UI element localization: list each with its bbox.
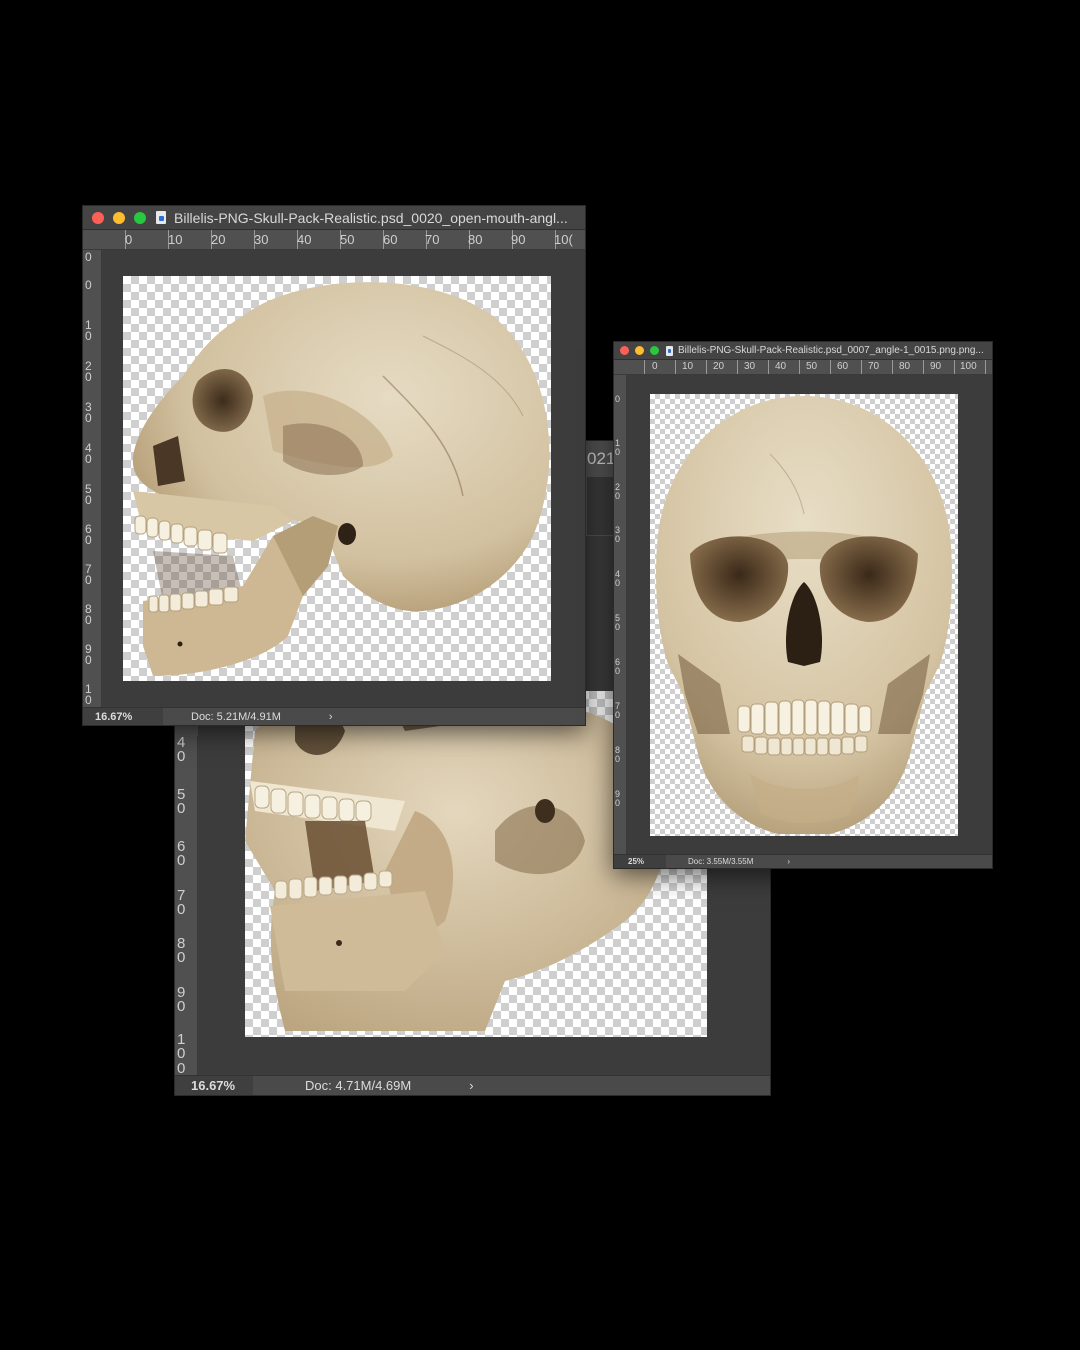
ruler-label: 80 bbox=[85, 602, 92, 628]
ruler-label: 30 bbox=[254, 232, 269, 247]
back-doc-size[interactable]: Doc: 4.71M/4.69M bbox=[305, 1078, 411, 1093]
left-vertical-ruler: 0 0 10 20 30 40 50 60 70 80 90 10 bbox=[83, 250, 102, 708]
ruler-label: 40 bbox=[85, 441, 92, 467]
back-window-title-fragment: 021 bbox=[587, 449, 616, 468]
minimize-button[interactable] bbox=[635, 346, 644, 355]
ruler-label: 90 bbox=[511, 232, 526, 247]
ruler-label: 90 bbox=[177, 984, 186, 1016]
ruler-label: 0 bbox=[85, 278, 92, 292]
ruler-label: 90 bbox=[930, 361, 942, 372]
ruler-label: 20 bbox=[615, 482, 621, 501]
ruler-label: 50 bbox=[85, 482, 92, 508]
ruler-label: 60 bbox=[615, 657, 621, 676]
zoom-button[interactable] bbox=[650, 346, 659, 355]
ruler-label: 100 bbox=[177, 1031, 186, 1076]
right-zoom-level[interactable]: 25% bbox=[614, 855, 666, 868]
close-button[interactable] bbox=[92, 211, 104, 224]
back-vertical-ruler: 40 50 60 70 80 90 100 bbox=[175, 736, 198, 1076]
ruler-label: 20 bbox=[713, 361, 725, 372]
ruler-label: 70 bbox=[85, 562, 92, 588]
right-status-bar: 25% Doc: 3.55M/3.55M › bbox=[614, 854, 992, 868]
ruler-label: 80 bbox=[177, 935, 186, 967]
ruler-label: 60 bbox=[85, 522, 92, 548]
ruler-label: 80 bbox=[615, 745, 621, 764]
right-window-title: Billelis-PNG-Skull-Pack-Realistic.psd_00… bbox=[678, 345, 984, 356]
document-icon bbox=[666, 345, 673, 356]
left-title-bar[interactable]: Billelis-PNG-Skull-Pack-Realistic.psd_00… bbox=[83, 206, 585, 230]
minimize-button[interactable] bbox=[113, 211, 125, 224]
left-horizontal-ruler: 0 10 20 30 40 50 60 70 80 90 10( bbox=[83, 230, 585, 250]
ruler-label: 0 bbox=[125, 232, 133, 247]
right-status-arrow[interactable]: › bbox=[787, 857, 790, 866]
back-status-bar: 16.67% Doc: 4.71M/4.69M › bbox=[175, 1075, 770, 1095]
right-horizontal-ruler: 0 10 20 30 40 50 60 70 80 90 100 bbox=[614, 360, 992, 375]
ruler-label: 20 bbox=[85, 359, 92, 385]
ruler-label: 0 bbox=[615, 394, 621, 404]
ruler-label: 10( bbox=[554, 232, 573, 247]
ruler-label: 10 bbox=[615, 438, 621, 457]
ruler-label: 60 bbox=[383, 232, 398, 247]
document-icon bbox=[156, 211, 166, 224]
ruler-label: 100 bbox=[960, 361, 977, 372]
ruler-label: 90 bbox=[615, 789, 621, 808]
left-window-title: Billelis-PNG-Skull-Pack-Realistic.psd_00… bbox=[174, 209, 568, 226]
ruler-label: 70 bbox=[868, 361, 880, 372]
ruler-label: 40 bbox=[297, 232, 312, 247]
ruler-label: 60 bbox=[837, 361, 849, 372]
ruler-label: 80 bbox=[468, 232, 483, 247]
left-document-canvas[interactable] bbox=[123, 276, 551, 681]
ruler-label: 10 bbox=[85, 318, 92, 344]
ruler-label: 30 bbox=[744, 361, 756, 372]
ruler-label: 50 bbox=[340, 232, 355, 247]
right-document-canvas[interactable] bbox=[650, 394, 958, 836]
ruler-label: 0 bbox=[652, 361, 658, 372]
left-doc-size[interactable]: Doc: 5.21M/4.91M bbox=[191, 711, 281, 723]
ruler-label: 70 bbox=[177, 887, 186, 919]
ruler-label: 80 bbox=[899, 361, 911, 372]
right-title-bar[interactable]: Billelis-PNG-Skull-Pack-Realistic.psd_00… bbox=[614, 342, 992, 360]
ruler-label: 30 bbox=[85, 400, 92, 426]
ruler-label: 90 bbox=[85, 642, 92, 668]
skull-side-open-mouth-image bbox=[132, 282, 550, 676]
ruler-label: 10 bbox=[168, 232, 183, 247]
zoom-button[interactable] bbox=[134, 211, 146, 224]
left-status-arrow[interactable]: › bbox=[329, 711, 333, 723]
ruler-label: 50 bbox=[177, 786, 186, 818]
ruler-label: 50 bbox=[615, 613, 621, 632]
right-doc-size[interactable]: Doc: 3.55M/3.55M bbox=[688, 857, 753, 866]
right-vertical-ruler: 0 10 20 30 40 50 60 70 80 90 bbox=[614, 375, 627, 855]
left-zoom-level[interactable]: 16.67% bbox=[83, 708, 163, 725]
ruler-label: 70 bbox=[425, 232, 440, 247]
left-status-bar: 16.67% Doc: 5.21M/4.91M › bbox=[83, 707, 585, 725]
back-zoom-level[interactable]: 16.67% bbox=[175, 1076, 253, 1095]
ruler-label: 40 bbox=[177, 736, 186, 766]
skull-front-image bbox=[656, 396, 952, 834]
ruler-label: 50 bbox=[806, 361, 818, 372]
ruler-label: 60 bbox=[177, 838, 186, 870]
ruler-label: 20 bbox=[211, 232, 226, 247]
left-document-window[interactable]: Billelis-PNG-Skull-Pack-Realistic.psd_00… bbox=[82, 205, 586, 726]
right-document-window[interactable]: Billelis-PNG-Skull-Pack-Realistic.psd_00… bbox=[613, 341, 993, 869]
ruler-label: 30 bbox=[615, 525, 621, 544]
ruler-label: 10 bbox=[682, 361, 694, 372]
ruler-label: 40 bbox=[775, 361, 787, 372]
ruler-label: 40 bbox=[615, 569, 621, 588]
back-status-arrow[interactable]: › bbox=[469, 1078, 473, 1093]
ruler-label: 70 bbox=[615, 701, 621, 720]
ruler-label: 0 bbox=[85, 250, 92, 264]
ruler-label: 10 bbox=[85, 682, 92, 708]
close-button[interactable] bbox=[620, 346, 629, 355]
